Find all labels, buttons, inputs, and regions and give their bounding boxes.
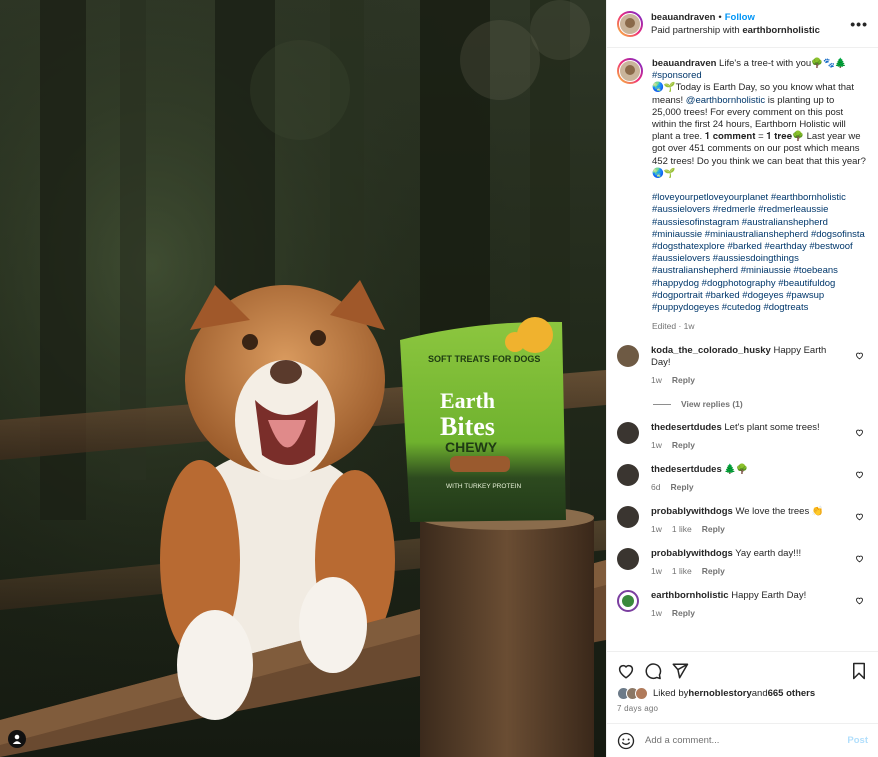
post-timestamp: 7 days ago: [617, 704, 659, 713]
author-username[interactable]: beauandraven: [651, 12, 715, 23]
post-header: beauandraven • Follow Paid partnership wit…: [607, 0, 878, 48]
comment-item: thedesertdudes Let's plant some trees! 1…: [617, 422, 868, 451]
commenter-username[interactable]: earthbornholistic: [651, 590, 729, 601]
likes-others[interactable]: 665 others: [768, 688, 816, 699]
person-icon: [12, 734, 22, 744]
reply-button[interactable]: Reply: [672, 608, 695, 618]
add-comment-bar: Post: [607, 723, 878, 757]
commenter-avatar[interactable]: [617, 345, 639, 368]
liked-middle: and: [751, 688, 768, 699]
comment-age: 1w: [651, 440, 662, 451]
comment-text: 🌲🌳: [724, 464, 749, 476]
comment-age: 1w: [651, 375, 662, 386]
comment-age: 1w: [651, 566, 662, 577]
comment-item: probablywithdogs We love the trees 👏 1w 1…: [617, 506, 868, 535]
more-horizontal-icon[interactable]: •••: [850, 16, 868, 32]
comment-heart-icon[interactable]: [855, 470, 864, 479]
likes-summary[interactable]: Liked by hernoblestory and 665 others: [617, 687, 868, 700]
caption-age: 1w: [683, 321, 695, 332]
comment-item: probablywithdogs Yay earth day!!! 1w 1 li…: [617, 548, 868, 577]
caption-author-avatar[interactable]: [617, 58, 643, 84]
separator-dot: •: [718, 11, 722, 23]
commenter-avatar[interactable]: [617, 590, 639, 613]
send-icon[interactable]: [671, 662, 689, 680]
liker-avatars: [617, 687, 648, 700]
heart-icon[interactable]: [617, 662, 635, 680]
comment-like-count[interactable]: 1 like: [672, 524, 692, 534]
dog-with-treat-bag-image: SOFT TREATS FOR DOGS Earth Bites CHEWY W…: [0, 0, 606, 757]
replies-line: [653, 403, 671, 405]
edited-label: Edited: [652, 321, 677, 332]
bag-protein: WITH TURKEY PROTEIN: [446, 483, 522, 490]
caption-text: beauandraven Life's a tree-t with you🌳🐾🌲…: [652, 58, 866, 332]
comment-age: 1w: [651, 524, 662, 535]
commenter-avatar[interactable]: [617, 464, 639, 487]
emoji-smile-icon[interactable]: [617, 732, 635, 750]
caption: beauandraven Life's a tree-t with you🌳🐾🌲…: [617, 58, 868, 332]
commenter-avatar[interactable]: [617, 422, 639, 445]
commenter-avatar[interactable]: [617, 548, 639, 571]
liked-by-prefix: Liked by: [653, 688, 689, 699]
bag-brand-1: Earth: [440, 388, 495, 413]
comment-text: Happy Earth Day!: [731, 590, 807, 602]
caption-username[interactable]: beauandraven: [652, 58, 716, 69]
caption-meta: Edited · 1w: [652, 321, 695, 332]
commenter-username[interactable]: thedesertdudes: [651, 464, 722, 475]
sponsored-hashtag[interactable]: #sponsored: [652, 70, 702, 81]
caption-line-3: is planting up to 25,000 trees! For ever…: [652, 94, 869, 179]
post-comment-button[interactable]: Post: [847, 735, 868, 746]
commenter-username[interactable]: probablywithdogs: [651, 548, 733, 559]
commenter-username[interactable]: probablywithdogs: [651, 506, 733, 517]
comment-heart-icon[interactable]: [855, 596, 864, 605]
comment-item: koda_the_colorado_husky Happy Earth Day!…: [617, 345, 868, 386]
comment-text: We love the trees 👏: [735, 506, 824, 518]
post-actions-section: Liked by hernoblestory and 665 others 7 …: [607, 651, 878, 723]
reply-button[interactable]: Reply: [702, 524, 725, 534]
reply-button[interactable]: Reply: [672, 440, 695, 450]
commenter-username[interactable]: thedesertdudes: [651, 422, 722, 433]
comment-text: Let's plant some trees!: [724, 422, 820, 434]
follow-button[interactable]: Follow: [725, 12, 755, 23]
view-replies-label: View replies (1): [681, 399, 743, 410]
tagged-users-button[interactable]: [8, 730, 26, 748]
post-side-panel: beauandraven • Follow Paid partnership wit…: [606, 0, 878, 757]
header-text: beauandraven • Follow Paid partnership wit…: [651, 11, 850, 37]
instagram-post-modal: SOFT TREATS FOR DOGS Earth Bites CHEWY W…: [0, 0, 878, 757]
caption-line-1: Life's a tree-t with you🌳🐾🌲: [716, 58, 847, 69]
bag-brand-2: Bites: [440, 412, 495, 441]
view-replies-button[interactable]: View replies (1): [653, 399, 868, 409]
comment-item: earthbornholistic Happy Earth Day! 1w Rep…: [617, 590, 868, 619]
post-photo[interactable]: SOFT TREATS FOR DOGS Earth Bites CHEWY W…: [0, 0, 606, 757]
partnership-prefix: Paid partnership with: [651, 24, 743, 36]
author-avatar[interactable]: [617, 10, 643, 37]
comment-heart-icon[interactable]: [855, 428, 864, 437]
commenter-avatar[interactable]: [617, 506, 639, 529]
comment-heart-icon[interactable]: [855, 351, 864, 360]
bookmark-icon[interactable]: [850, 662, 868, 680]
comment-age: 6d: [651, 482, 661, 493]
bag-top-text: SOFT TREATS FOR DOGS: [428, 354, 540, 364]
partner-link[interactable]: earthbornholistic: [742, 25, 820, 36]
reply-button[interactable]: Reply: [672, 375, 695, 385]
reply-button[interactable]: Reply: [702, 566, 725, 576]
comment-like-count[interactable]: 1 like: [672, 566, 692, 576]
comment-item: thedesertdudes 🌲🌳 6d Reply: [617, 464, 868, 493]
hashtag-list[interactable]: #loveyourpetloveyourplanet #earthbornhol…: [652, 192, 867, 313]
comment-age: 1w: [651, 608, 662, 619]
liker-username[interactable]: hernoblestory: [688, 688, 751, 699]
comment-heart-icon[interactable]: [855, 554, 864, 563]
paid-partnership-label: Paid partnership with earthbornholistic: [651, 24, 850, 37]
comments-scroll-area[interactable]: beauandraven Life's a tree-t with you🌳🐾🌲…: [607, 48, 878, 651]
comment-heart-icon[interactable]: [855, 512, 864, 521]
mention-link[interactable]: @earthbornholistic: [686, 95, 765, 106]
commenter-username[interactable]: koda_the_colorado_husky: [651, 345, 771, 356]
reply-button[interactable]: Reply: [670, 482, 693, 492]
comment-input[interactable]: [645, 735, 848, 746]
comment-text: Yay earth day!!!: [735, 548, 802, 560]
action-bar: [617, 660, 868, 682]
comment-icon[interactable]: [644, 662, 662, 680]
bag-variant: CHEWY: [445, 439, 498, 455]
